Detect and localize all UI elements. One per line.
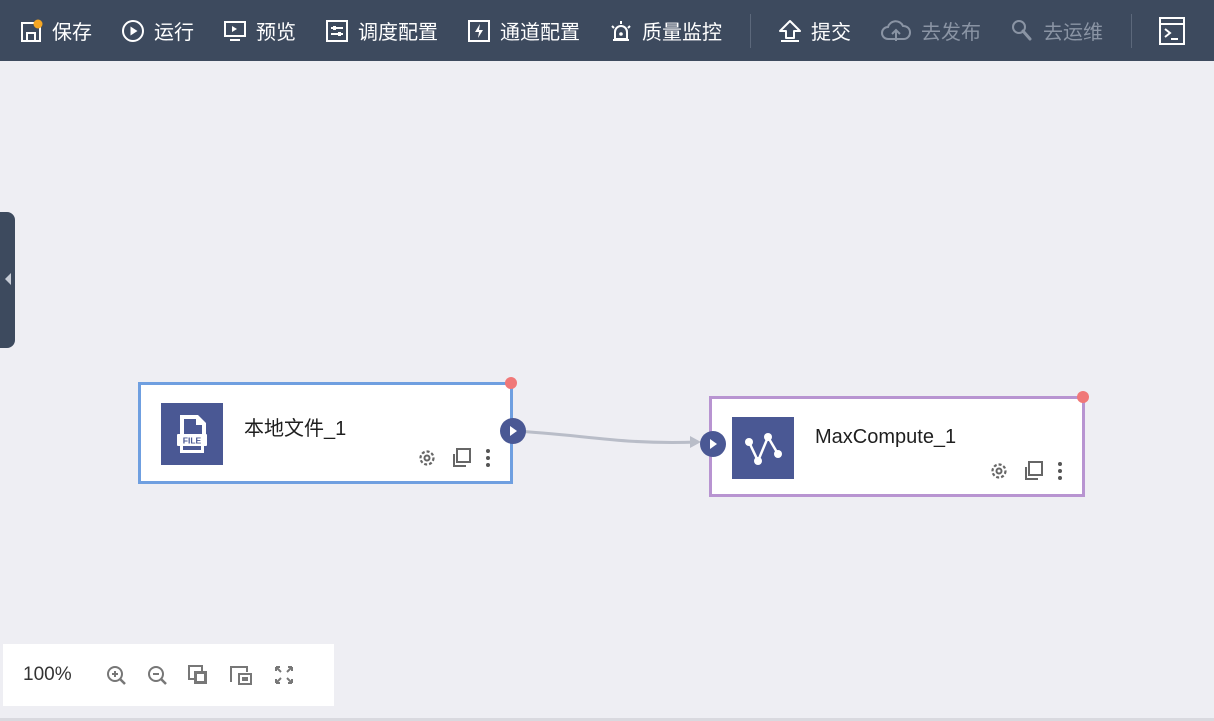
submit-button[interactable]: 提交 xyxy=(777,16,851,45)
fullscreen-icon[interactable] xyxy=(273,664,295,686)
terminal-icon xyxy=(1159,16,1185,45)
node-actions xyxy=(976,460,1064,482)
node-local-file[interactable]: FILE 本地文件_1 xyxy=(138,382,513,484)
save-label: 保存 xyxy=(52,22,92,44)
save-button[interactable]: 保存 xyxy=(18,16,92,45)
maxcompute-icon xyxy=(732,417,794,479)
save-icon xyxy=(21,19,43,42)
schedule-config-button[interactable]: 调度配置 xyxy=(324,16,438,45)
toolbar-divider xyxy=(1131,13,1132,48)
upload-arrow-icon xyxy=(779,19,801,42)
node-status-dot xyxy=(1077,391,1089,403)
zoom-level: 100% xyxy=(23,664,72,685)
wrench-icon xyxy=(1012,19,1032,40)
operations-label: 去运维 xyxy=(1043,22,1103,44)
gear-icon[interactable] xyxy=(416,447,438,469)
node-maxcompute[interactable]: MaxCompute_1 xyxy=(709,396,1085,497)
quality-monitor-label: 质量监控 xyxy=(642,22,722,44)
output-port[interactable] xyxy=(500,418,526,444)
schedule-config-label: 调度配置 xyxy=(358,22,438,44)
run-button[interactable]: 运行 xyxy=(120,16,194,45)
run-label: 运行 xyxy=(154,22,194,44)
gear-icon[interactable] xyxy=(988,460,1010,482)
monitor-icon xyxy=(224,20,246,41)
toolbar: 保存 运行 预览 调度配置 通道配置 质量监控 提交 去发布 去运维 xyxy=(0,0,1214,61)
copy-icon[interactable] xyxy=(450,447,472,469)
channel-config-button[interactable]: 通道配置 xyxy=(466,16,580,45)
fit-canvas-icon[interactable] xyxy=(228,664,254,686)
node-title: MaxCompute_1 xyxy=(815,426,957,448)
more-vertical-icon[interactable] xyxy=(484,447,492,469)
publish-button[interactable]: 去发布 xyxy=(879,16,981,45)
file-icon: FILE xyxy=(161,403,223,465)
cloud-upload-icon xyxy=(881,19,911,41)
node-status-dot xyxy=(505,377,517,389)
sidebar-collapse-toggle[interactable] xyxy=(0,212,15,348)
zoom-toolbar: 100% xyxy=(3,644,334,706)
quality-monitor-button[interactable]: 质量监控 xyxy=(608,16,722,45)
file-icon-text: FILE xyxy=(183,436,202,446)
preview-label: 预览 xyxy=(256,22,296,44)
more-vertical-icon[interactable] xyxy=(1056,460,1064,482)
zoom-in-icon[interactable] xyxy=(105,664,127,686)
input-port[interactable] xyxy=(700,431,726,457)
node-actions xyxy=(404,447,492,469)
preview-button[interactable]: 预览 xyxy=(222,16,296,45)
toolbar-divider xyxy=(750,13,751,48)
publish-label: 去发布 xyxy=(921,22,981,44)
node-title: 本地文件_1 xyxy=(244,418,347,440)
alarm-icon xyxy=(611,20,631,41)
play-circle-icon xyxy=(122,19,144,42)
submit-label: 提交 xyxy=(811,22,851,44)
zoom-out-icon[interactable] xyxy=(146,664,168,686)
copy-icon[interactable] xyxy=(1022,460,1044,482)
terminal-button[interactable] xyxy=(1158,16,1194,46)
actual-size-icon[interactable] xyxy=(187,664,209,686)
schedule-config-icon xyxy=(326,19,348,42)
channel-config-label: 通道配置 xyxy=(500,22,580,44)
operations-button[interactable]: 去运维 xyxy=(1009,16,1103,45)
lightning-icon xyxy=(468,19,490,42)
